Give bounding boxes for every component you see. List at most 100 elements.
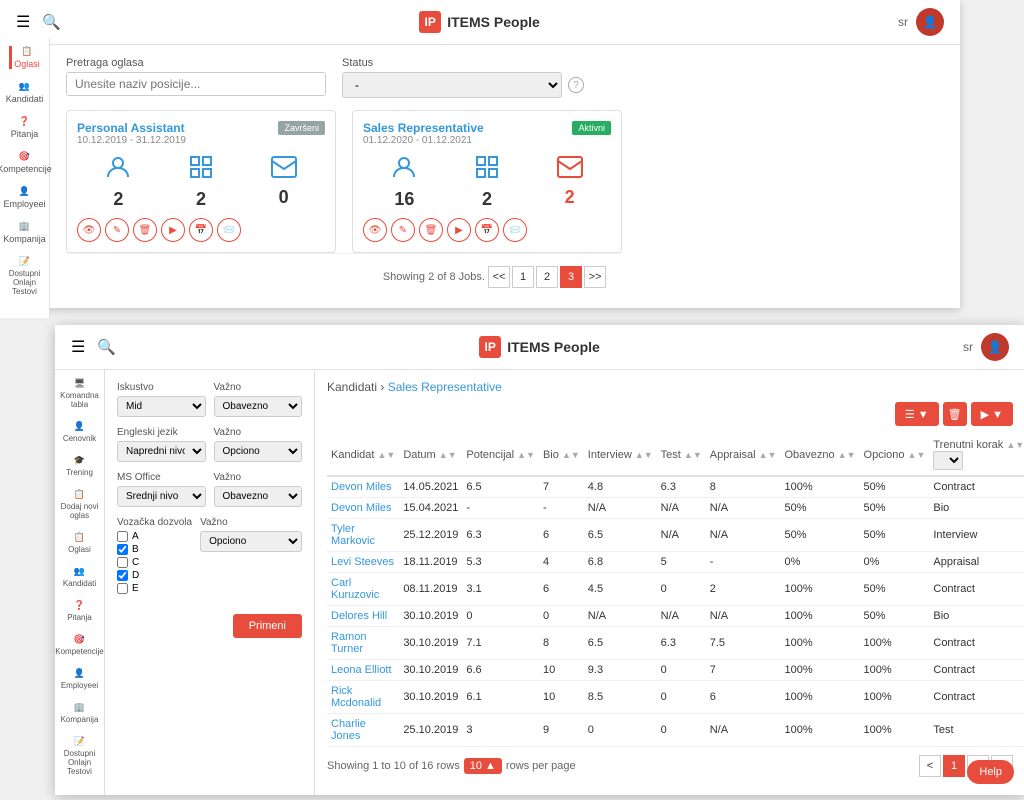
avatar[interactable]: 👤 <box>916 8 944 36</box>
oglasi-bot-icon: 📋 <box>74 532 85 543</box>
candidate-name-9[interactable]: Charlie Jones <box>327 714 399 747</box>
job-title-1[interactable]: Personal Assistant <box>77 121 186 135</box>
toolbar-view-btn[interactable]: ☰ ▼ <box>895 402 939 426</box>
help-button[interactable]: Help <box>967 760 1014 784</box>
action-play-1[interactable]: ▶ <box>161 218 185 242</box>
table-row: Levi Steeves 18.11.2019 5.3 4 6.8 5 - 0%… <box>327 552 1024 573</box>
checkbox-b-input[interactable] <box>117 544 128 555</box>
iskustvo-select[interactable]: MidJuniorSenior <box>117 396 206 417</box>
sidebar-item-kandidati[interactable]: 👥 Kandidati <box>6 81 44 104</box>
korak-filter-select[interactable] <box>933 451 963 470</box>
candidate-name-0[interactable]: Devon Miles <box>327 476 399 498</box>
search-input[interactable] <box>66 72 326 96</box>
vazno-engleski-select[interactable]: OpcionoObavezno <box>214 441 303 462</box>
table-row: Rick Mcdonalid 30.10.2019 6.1 10 8.5 0 6… <box>327 681 1024 714</box>
col-bio: Bio ▲▼ <box>539 434 584 476</box>
sidebar-item-employee[interactable]: 👤 Employeei <box>3 186 45 209</box>
checkbox-d: D <box>117 570 192 581</box>
sidebar-bot-kompetencije[interactable]: 🎯 Kompetencije <box>55 634 103 656</box>
candidate-name-1[interactable]: Devon Miles <box>327 498 399 519</box>
candidate-name-3[interactable]: Levi Steeves <box>327 552 399 573</box>
apply-button[interactable]: Primeni <box>233 614 302 638</box>
vazno-iskustvo-select[interactable]: ObaveznoOpciono <box>214 396 303 417</box>
candidate-test-5: N/A <box>657 606 706 627</box>
action-view-1[interactable]: 👁 <box>77 218 101 242</box>
page-prev-btn[interactable]: << <box>488 266 510 288</box>
filter-msoffice: MS Office Srednji nivoNapredni nivoPočet… <box>117 472 302 507</box>
bottom-avatar[interactable]: 👤 <box>981 333 1009 361</box>
msoffice-select[interactable]: Srednji nivoNapredni nivoPočetni nivo <box>117 486 206 507</box>
sidebar-item-oglasi[interactable]: 📋 Oglasi <box>9 46 40 69</box>
candidate-test-4: 0 <box>657 573 706 606</box>
sidebar-bot-dodaj[interactable]: 📋 Dodaj novi oglas <box>55 489 104 520</box>
action-edit-2[interactable]: ✎ <box>391 218 415 242</box>
checkbox-c-input[interactable] <box>117 557 128 568</box>
kandidati-bot-icon: 👥 <box>74 566 85 577</box>
candidate-step-4: Contract <box>929 573 1024 606</box>
checkbox-a-input[interactable] <box>117 531 128 542</box>
status-select[interactable]: - Aktivni Završeni <box>342 72 562 98</box>
sidebar-bot-oglasi[interactable]: 📋 Oglasi <box>68 532 91 554</box>
sidebar-bot-pitanja[interactable]: ❓ Pitanja <box>67 600 91 622</box>
candidate-name-4[interactable]: Carl Kuruzovic <box>327 573 399 606</box>
candidate-name-5[interactable]: Delores Hill <box>327 606 399 627</box>
candidate-name-7[interactable]: Leona Elliott <box>327 660 399 681</box>
stat-value-mail-2: 2 <box>565 187 575 208</box>
job-actions-2: 👁 ✎ 🗑 ▶ 📅 📨 <box>363 218 611 242</box>
vazno-vozacka-select[interactable]: OpcionoObavezno <box>200 531 302 552</box>
breadcrumb-link[interactable]: Sales Representative <box>388 380 502 394</box>
action-mail-2[interactable]: 📨 <box>503 218 527 242</box>
stat-person-2: 16 <box>391 154 417 210</box>
page-next-btn[interactable]: >> <box>584 266 606 288</box>
candidate-name-6[interactable]: Ramon Turner <box>327 627 399 660</box>
sidebar-item-pitanja[interactable]: ❓ Pitanja <box>11 116 39 139</box>
toolbar-delete-btn[interactable]: 🗑 <box>943 402 967 426</box>
candidate-test-2: N/A <box>657 519 706 552</box>
top-main: Pretraga oglasa Status - Aktivni Završen… <box>50 45 638 308</box>
page-3-btn[interactable]: 3 <box>560 266 582 288</box>
checkbox-c: C <box>117 557 192 568</box>
vazno-vozacka-label: Važno <box>200 517 302 528</box>
page-1-btn[interactable]: 1 <box>512 266 534 288</box>
candidate-potential-2: 6.3 <box>462 519 539 552</box>
sidebar-bot-cenovnik[interactable]: 👤 Cenovnik <box>63 421 96 443</box>
candidate-name-2[interactable]: Tyler Markovic <box>327 519 399 552</box>
job-title-2[interactable]: Sales Representative <box>363 121 484 135</box>
sidebar-bot-testovi[interactable]: 📝 Dostupni Onlajn Testovi <box>55 736 104 776</box>
sidebar-bot-employee[interactable]: 👤 Employeei <box>61 668 98 690</box>
bottom-hamburger-icon[interactable]: ☰ <box>71 337 85 357</box>
candidate-bio-9: 9 <box>539 714 584 747</box>
action-edit-1[interactable]: ✎ <box>105 218 129 242</box>
sidebar-item-kompanija[interactable]: 🏢 Kompanija <box>3 221 46 244</box>
vazno-msoffice-select[interactable]: ObaveznoOpciono <box>214 486 303 507</box>
sidebar-bot-trening[interactable]: 🎓 Trening <box>66 455 93 477</box>
action-mail-1[interactable]: 📨 <box>217 218 241 242</box>
sidebar-bot-kompanija[interactable]: 🏢 Kompanija <box>61 702 99 724</box>
action-delete-1[interactable]: 🗑 <box>133 218 157 242</box>
komandna-icon: 🖥 <box>74 378 85 389</box>
page-2-btn[interactable]: 2 <box>536 266 558 288</box>
checkbox-e-input[interactable] <box>117 583 128 594</box>
action-delete-2[interactable]: 🗑 <box>419 218 443 242</box>
bottom-page-1[interactable]: 1 <box>943 755 965 777</box>
rows-per-page: Showing 1 to 10 of 16 rows 10 ▲ rows per… <box>327 758 576 774</box>
action-play-2[interactable]: ▶ <box>447 218 471 242</box>
sidebar-bot-komandna[interactable]: 🖥 Komandna tabla <box>55 378 104 409</box>
search-icon[interactable]: 🔍 <box>42 13 61 31</box>
action-cal-1[interactable]: 📅 <box>189 218 213 242</box>
candidate-test-1: N/A <box>657 498 706 519</box>
candidate-name-8[interactable]: Rick Mcdonalid <box>327 681 399 714</box>
sidebar-bot-kandidati[interactable]: 👥 Kandidati <box>63 566 96 588</box>
candidate-appraisal-0: 8 <box>706 476 781 498</box>
hamburger-icon[interactable]: ☰ <box>16 12 30 32</box>
engleski-select[interactable]: Napredni nivoSrednji nivoPočetni nivo <box>117 441 206 462</box>
toolbar-action-btn[interactable]: ▶ ▼ <box>971 402 1013 426</box>
checkbox-d-input[interactable] <box>117 570 128 581</box>
action-cal-2[interactable]: 📅 <box>475 218 499 242</box>
bottom-page-prev[interactable]: < <box>919 755 941 777</box>
sidebar-item-testovi[interactable]: 📝 Dostupni Onlajn Testovi <box>0 256 49 296</box>
bottom-search-icon[interactable]: 🔍 <box>97 338 116 356</box>
sidebar-item-kompetencije[interactable]: 🎯 Kompetencije <box>0 151 52 174</box>
bottom-header: ☰ 🔍 IP ITEMS People sr 👤 <box>55 325 1024 370</box>
action-view-2[interactable]: 👁 <box>363 218 387 242</box>
